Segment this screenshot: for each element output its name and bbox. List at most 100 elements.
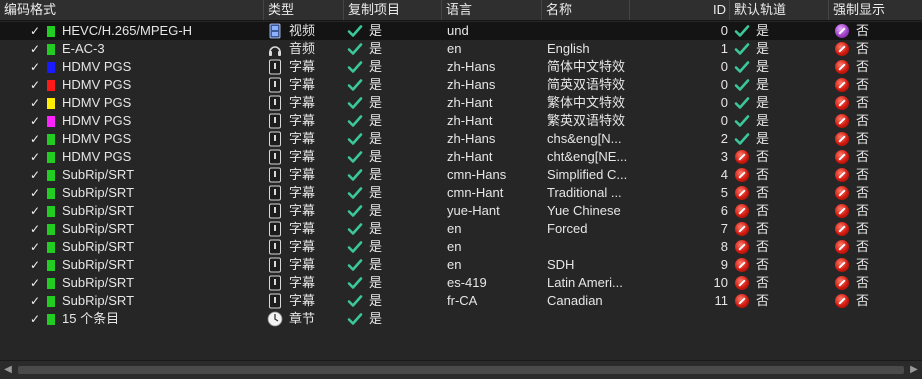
header-name[interactable]: 名称 [542,0,630,20]
track-row[interactable]: ✓ HDMV PGS 字幕 是 zh-Hant 繁体中文特效 0 是 否 [0,94,922,112]
copy-label: 是 [369,59,383,74]
copy-label: 是 [369,185,383,200]
forced-forbidden-icon [835,78,849,92]
enable-checkbox[interactable]: ✓ [28,24,42,38]
language-label: und [447,23,469,38]
language-label: zh-Hant [447,149,493,164]
header-codec[interactable]: 编码格式 [0,0,264,20]
codec-label: 15 个条目 [62,311,120,326]
default-forbidden-icon [735,222,749,236]
track-row[interactable]: ✓ HDMV PGS 字幕 是 zh-Hant cht&eng[NE... 3 否 否 [0,148,922,166]
track-row[interactable]: ✓ SubRip/SRT 字幕 是 fr-CA Canadian 11 否 否 [0,292,922,310]
track-row[interactable]: ✓ E-AC-3 音频 是 en English 1 是 否 [0,40,922,58]
type-label: 音频 [289,41,316,56]
enable-checkbox[interactable]: ✓ [28,276,42,290]
forced-forbidden-icon [835,222,849,236]
forced-label: 否 [856,77,870,92]
enable-checkbox[interactable]: ✓ [28,186,42,200]
track-row[interactable]: ✓ HDMV PGS 字幕 是 zh-Hans chs&eng[N... 2 是 否 [0,130,922,148]
copy-check-icon [347,149,363,165]
track-id-label: 10 [713,275,728,290]
horizontal-scrollbar[interactable]: ◀ ▶ [0,360,922,379]
scrollbar-thumb[interactable] [18,366,904,374]
copy-label: 是 [369,203,383,218]
language-label: zh-Hans [447,59,496,74]
default-label [756,310,796,328]
track-name-label: Simplified C... [547,167,627,182]
scroll-right-arrow-icon[interactable]: ▶ [906,361,922,379]
track-row[interactable]: ✓ SubRip/SRT 字幕 是 en Forced 7 否 否 [0,220,922,238]
track-color-swatch [47,170,55,181]
default-forbidden-icon [735,276,749,290]
copy-label: 是 [369,113,383,128]
copy-label: 是 [369,131,383,146]
language-label: fr-CA [447,293,478,308]
track-color-swatch [47,152,55,163]
forced-label: 否 [856,113,870,128]
codec-label: SubRip/SRT [62,185,135,200]
enable-checkbox[interactable]: ✓ [28,240,42,254]
enable-checkbox[interactable]: ✓ [28,60,42,74]
track-name-label: SDH [547,257,575,272]
track-name-label [547,310,627,328]
track-row[interactable]: ✓ HEVC/H.265/MPEG-H 视频 是 und 0 是 否 [0,22,922,40]
type-label: 字幕 [289,203,316,218]
copy-label: 是 [369,23,383,38]
type-label: 字幕 [289,293,316,308]
forced-label: 否 [856,131,870,146]
header-default-track[interactable]: 默认轨道 [730,0,829,20]
enable-checkbox[interactable]: ✓ [28,132,42,146]
track-row[interactable]: ✓ SubRip/SRT 字幕 是 cmn-Hans Simplified C... 4 否 否 [0,166,922,184]
forced-forbidden-icon [835,168,849,182]
track-row[interactable]: ✓ SubRip/SRT 字幕 是 en 8 否 否 [0,238,922,256]
track-name-label: Latin Ameri... [547,275,623,290]
track-row[interactable]: ✓ SubRip/SRT 字幕 是 en SDH 9 否 否 [0,256,922,274]
forced-forbidden-icon [835,258,849,272]
header-forced-display[interactable]: 强制显示 [829,0,922,20]
track-id-label: 0 [720,23,728,38]
track-row[interactable]: ✓ HDMV PGS 字幕 是 zh-Hant 繁英双语特效 0 是 否 [0,112,922,130]
codec-label: SubRip/SRT [62,203,135,218]
track-row[interactable]: ✓ SubRip/SRT 字幕 是 es-419 Latin Ameri... 10 否 否 [0,274,922,292]
track-row[interactable]: ✓ SubRip/SRT 字幕 是 cmn-Hant Traditional ... 5 否 否 [0,184,922,202]
enable-checkbox[interactable]: ✓ [28,312,42,326]
header-language[interactable]: 语言 [442,0,542,20]
copy-check-icon [347,221,363,237]
default-label: 是 [756,131,770,146]
track-row[interactable]: ✓ SubRip/SRT 字幕 是 yue-Hant Yue Chinese 6 否 否 [0,202,922,220]
track-row[interactable]: ✓ HDMV PGS 字幕 是 zh-Hans 简体中文特效 0 是 否 [0,58,922,76]
codec-label: HDMV PGS [62,131,132,146]
language-label: zh-Hans [447,131,496,146]
forced-label [856,310,896,328]
language-label: zh-Hans [447,77,496,92]
enable-checkbox[interactable]: ✓ [28,222,42,236]
header-copy-item[interactable]: 复制项目 [344,0,442,20]
track-row[interactable]: ✓ 15 个条目 章节 是 [0,310,922,328]
header-type[interactable]: 类型 [264,0,344,20]
track-row[interactable]: ✓ HDMV PGS 字幕 是 zh-Hans 简英双语特效 0 是 否 [0,76,922,94]
track-id-label: 3 [720,149,728,164]
enable-checkbox[interactable]: ✓ [28,96,42,110]
copy-check-icon [347,257,363,273]
track-rows: ✓ HEVC/H.265/MPEG-H 视频是 und 0 是否 ✓ E-AC-3 音频是 en E… [0,22,922,328]
subtitle-icon [267,95,283,111]
forced-label: 否 [856,221,870,236]
enable-checkbox[interactable]: ✓ [28,294,42,308]
scroll-left-arrow-icon[interactable]: ◀ [0,361,16,379]
copy-check-icon [347,77,363,93]
track-color-swatch [47,314,55,325]
enable-checkbox[interactable]: ✓ [28,114,42,128]
enable-checkbox[interactable]: ✓ [28,42,42,56]
enable-checkbox[interactable]: ✓ [28,204,42,218]
header-id[interactable]: ID [630,0,730,20]
track-color-swatch [47,116,55,127]
language-label: en [447,41,462,56]
default-check-icon [734,113,750,129]
enable-checkbox[interactable]: ✓ [28,78,42,92]
track-color-swatch [47,206,55,217]
enable-checkbox[interactable]: ✓ [28,168,42,182]
codec-label: E-AC-3 [62,41,105,56]
enable-checkbox[interactable]: ✓ [28,258,42,272]
enable-checkbox[interactable]: ✓ [28,150,42,164]
codec-label: HDMV PGS [62,95,132,110]
